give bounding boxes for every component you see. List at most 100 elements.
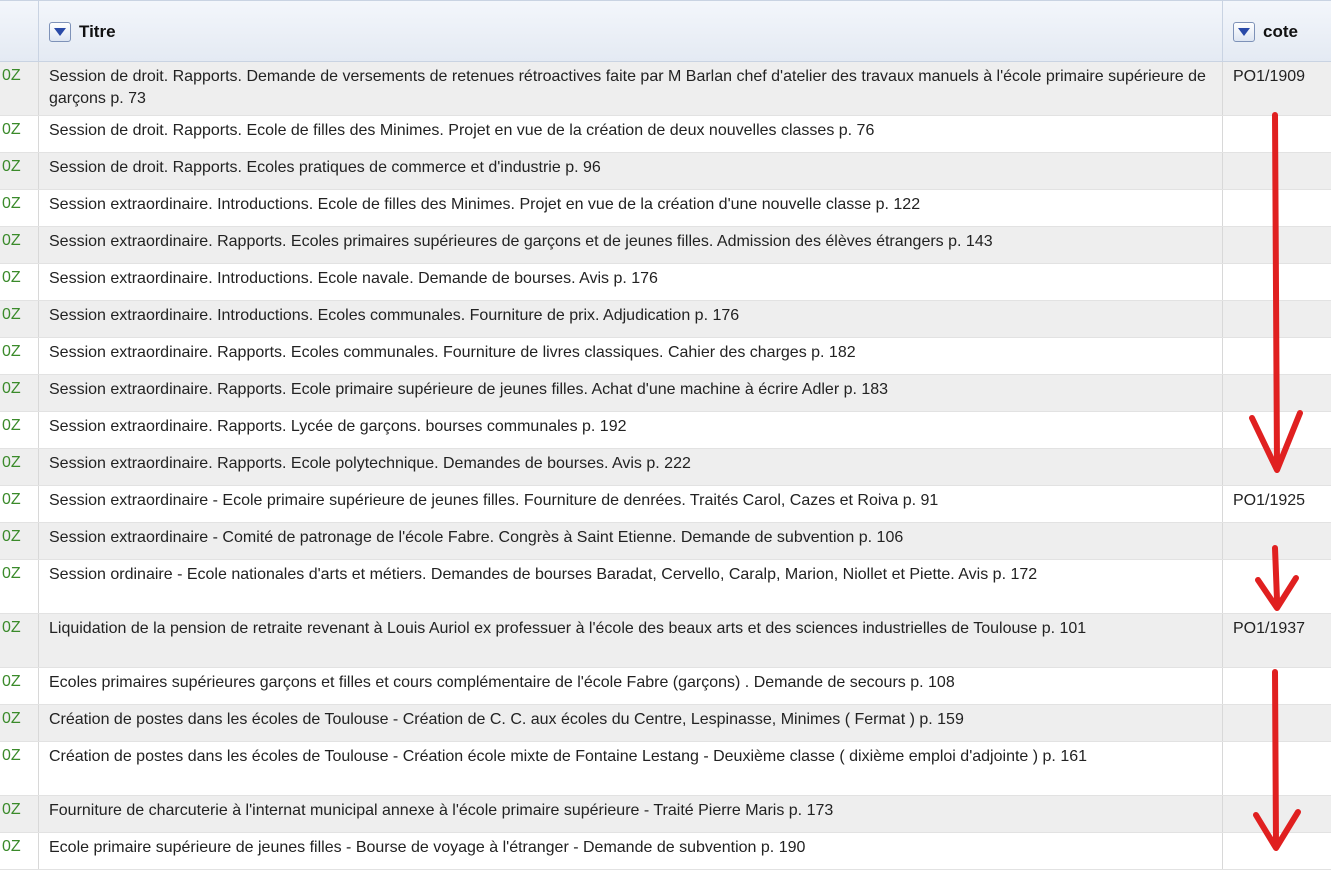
table-row[interactable]: 0Z Session ordinaire - Ecole nationales d… xyxy=(0,560,1331,614)
row-id-text: 0Z xyxy=(2,710,21,727)
row-id-text: 0Z xyxy=(2,838,21,855)
table-row[interactable]: 0Z Ecoles primaires supérieures garçons e… xyxy=(0,668,1331,705)
table-row[interactable]: 0Z Session extraordinaire. Introductions.… xyxy=(0,264,1331,301)
cote-cell xyxy=(1222,264,1331,300)
row-id-cell: 0Z xyxy=(0,62,38,115)
cote-cell: PO1/1925 xyxy=(1222,486,1331,522)
titre-cell: Session de droit. Rapports. Ecole de fil… xyxy=(38,116,1222,152)
row-id-text: 0Z xyxy=(2,454,21,471)
table-row[interactable]: 0Z Session extraordinaire. Rapports. Ecol… xyxy=(0,227,1331,264)
titre-cell: Session extraordinaire - Ecole primaire … xyxy=(38,486,1222,522)
titre-cell: Session extraordinaire. Rapports. Ecoles… xyxy=(38,338,1222,374)
row-id-text: 0Z xyxy=(2,417,21,434)
row-id-text: 0Z xyxy=(2,528,21,545)
row-id-text: 0Z xyxy=(2,158,21,175)
table-row[interactable]: 0Z Session extraordinaire. Introductions.… xyxy=(0,301,1331,338)
cote-cell xyxy=(1222,116,1331,152)
table-body: 0Z Session de droit. Rapports. Demande de… xyxy=(0,62,1331,870)
table-row[interactable]: 0Z Création de postes dans les écoles de … xyxy=(0,705,1331,742)
row-id-cell: 0Z xyxy=(0,833,38,869)
cote-cell xyxy=(1222,523,1331,559)
table-row[interactable]: 0Z Session de droit. Rapports. Demande de… xyxy=(0,62,1331,116)
titre-cell: Création de postes dans les écoles de To… xyxy=(38,742,1222,795)
cote-cell xyxy=(1222,227,1331,263)
titre-cell: Session extraordinaire. Introductions. E… xyxy=(38,190,1222,226)
cote-cell xyxy=(1222,742,1331,795)
titre-cell: Session extraordinaire. Rapports. Ecole … xyxy=(38,375,1222,411)
row-id-cell: 0Z xyxy=(0,614,38,667)
cote-dropdown-button[interactable] xyxy=(1233,21,1255,42)
cote-cell xyxy=(1222,375,1331,411)
cote-cell xyxy=(1222,705,1331,741)
row-id-cell: 0Z xyxy=(0,375,38,411)
row-id-cell: 0Z xyxy=(0,227,38,263)
row-id-cell: 0Z xyxy=(0,153,38,189)
table-row[interactable]: 0Z Session de droit. Rapports. Ecole de f… xyxy=(0,116,1331,153)
table-row[interactable]: 0Z Session extraordinaire. Rapports. Ecol… xyxy=(0,375,1331,412)
row-id-text: 0Z xyxy=(2,565,21,582)
titre-cell: Session extraordinaire - Comité de patro… xyxy=(38,523,1222,559)
table-header: Titre cote xyxy=(0,0,1331,62)
table-row[interactable]: 0Z Session extraordinaire. Introductions.… xyxy=(0,190,1331,227)
titre-cell: Liquidation de la pension de retraite re… xyxy=(38,614,1222,667)
table-row[interactable]: 0Z Session extraordinaire - Comité de pat… xyxy=(0,523,1331,560)
row-id-cell: 0Z xyxy=(0,412,38,448)
titre-cell: Session de droit. Rapports. Ecoles prati… xyxy=(38,153,1222,189)
cote-cell xyxy=(1222,338,1331,374)
table-row[interactable]: 0Z Session de droit. Rapports. Ecoles pra… xyxy=(0,153,1331,190)
table-row[interactable]: 0Z Fourniture de charcuterie à l'internat… xyxy=(0,796,1331,833)
titre-cell: Session extraordinaire. Rapports. Lycée … xyxy=(38,412,1222,448)
row-id-text: 0Z xyxy=(2,232,21,249)
row-id-cell: 0Z xyxy=(0,560,38,613)
table-row[interactable]: 0Z Session extraordinaire. Rapports. Lycé… xyxy=(0,412,1331,449)
row-id-text: 0Z xyxy=(2,195,21,212)
column-header-label: Titre xyxy=(79,21,116,41)
titre-cell: Session extraordinaire. Introductions. E… xyxy=(38,301,1222,337)
cote-cell xyxy=(1222,190,1331,226)
row-id-cell: 0Z xyxy=(0,486,38,522)
table-row[interactable]: 0Z Création de postes dans les écoles de … xyxy=(0,742,1331,796)
row-id-text: 0Z xyxy=(2,673,21,690)
titre-cell: Ecoles primaires supérieures garçons et … xyxy=(38,668,1222,704)
row-id-text: 0Z xyxy=(2,121,21,138)
cote-cell xyxy=(1222,301,1331,337)
cote-cell: PO1/1909 xyxy=(1222,62,1331,115)
titre-dropdown-button[interactable] xyxy=(49,21,71,42)
row-id-cell: 0Z xyxy=(0,449,38,485)
cote-cell xyxy=(1222,796,1331,832)
cote-cell xyxy=(1222,412,1331,448)
row-id-cell: 0Z xyxy=(0,301,38,337)
cote-cell xyxy=(1222,449,1331,485)
table-row[interactable]: 0Z Session extraordinaire. Rapports. Ecol… xyxy=(0,338,1331,375)
titre-cell: Session extraordinaire. Introductions. E… xyxy=(38,264,1222,300)
titre-cell: Session extraordinaire. Rapports. Ecole … xyxy=(38,449,1222,485)
table-row[interactable]: 0Z Liquidation de la pension de retraite … xyxy=(0,614,1331,668)
chevron-down-icon xyxy=(54,27,66,36)
row-id-cell: 0Z xyxy=(0,190,38,226)
row-id-cell: 0Z xyxy=(0,338,38,374)
row-id-cell: 0Z xyxy=(0,796,38,832)
cote-cell xyxy=(1222,153,1331,189)
column-header-titre[interactable]: Titre xyxy=(38,1,1222,62)
row-id-cell: 0Z xyxy=(0,668,38,704)
titre-cell: Session extraordinaire. Rapports. Ecoles… xyxy=(38,227,1222,263)
column-header-label: cote xyxy=(1263,21,1298,41)
cote-cell xyxy=(1222,560,1331,613)
table-row[interactable]: 0Z Session extraordinaire. Rapports. Ecol… xyxy=(0,449,1331,486)
row-id-text: 0Z xyxy=(2,380,21,397)
table-row[interactable]: 0Z Ecole primaire supérieure de jeunes fi… xyxy=(0,833,1331,870)
row-id-cell: 0Z xyxy=(0,742,38,795)
row-id-text: 0Z xyxy=(2,619,21,636)
row-id-text: 0Z xyxy=(2,801,21,818)
row-id-cell: 0Z xyxy=(0,705,38,741)
row-id-text: 0Z xyxy=(2,343,21,360)
row-id-cell: 0Z xyxy=(0,264,38,300)
titre-cell: Fourniture de charcuterie à l'internat m… xyxy=(38,796,1222,832)
row-id-cell: 0Z xyxy=(0,116,38,152)
row-id-text: 0Z xyxy=(2,269,21,286)
row-id-text: 0Z xyxy=(2,491,21,508)
row-id-text: 0Z xyxy=(2,67,21,84)
titre-cell: Session de droit. Rapports. Demande de v… xyxy=(38,62,1222,115)
table-row[interactable]: 0Z Session extraordinaire - Ecole primair… xyxy=(0,486,1331,523)
column-header-cote[interactable]: cote xyxy=(1222,1,1331,62)
